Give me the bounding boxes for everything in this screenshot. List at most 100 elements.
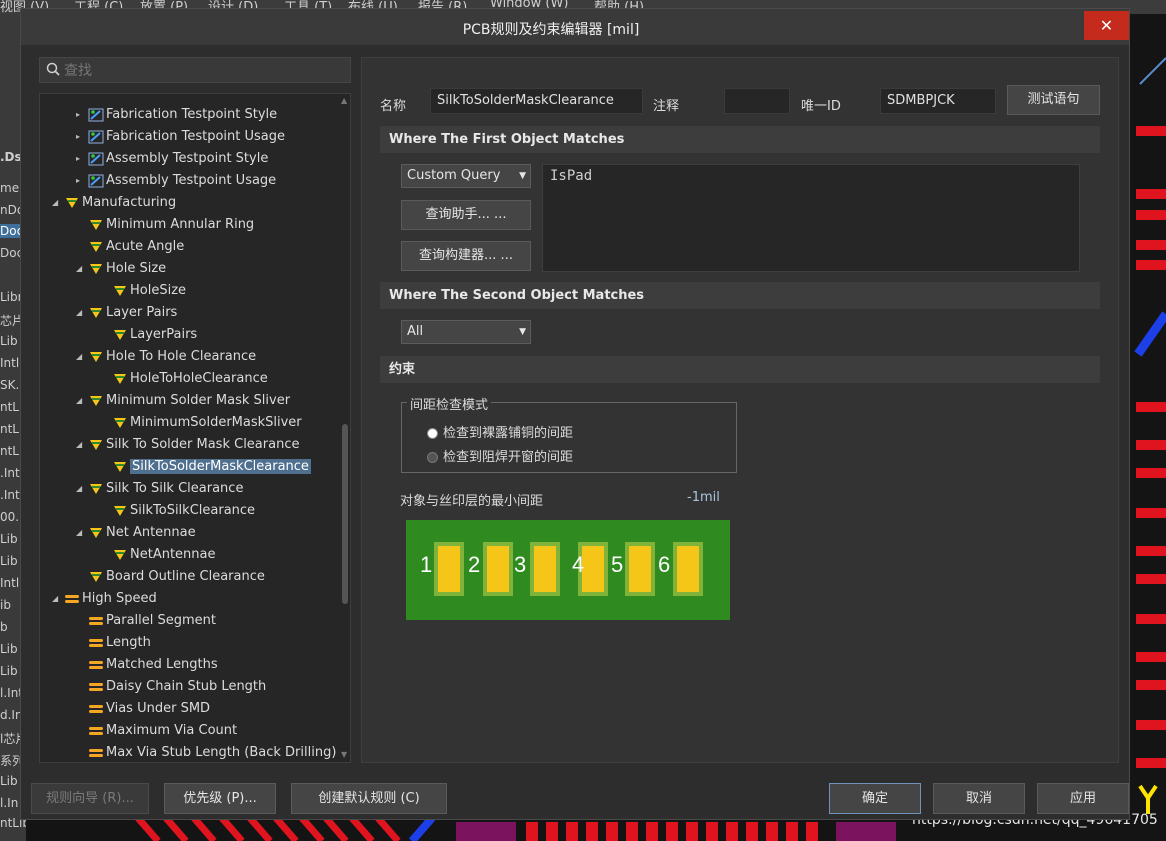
tree-item[interactable]: ◢ Layer Pairs [76,302,177,324]
rule-comment-field[interactable] [724,88,790,114]
rule-icon [112,328,128,342]
collapse-arrow-icon[interactable]: ◢ [76,390,88,412]
tree-item[interactable]: ◢ Manufacturing [52,192,176,214]
query-text-editor[interactable]: IsPad [542,164,1080,272]
expand-arrow-icon[interactable]: ▸ [76,104,88,126]
name-label: 名称 [380,99,407,114]
rule-icon [112,416,128,430]
priority-button[interactable]: 优先级 (P)... [164,783,276,814]
testpoint-icon [88,152,104,166]
tree-item[interactable]: Acute Angle [76,236,184,258]
tree-item[interactable]: Minimum Annular Ring [76,214,254,236]
expand-arrow-icon[interactable]: ▸ [76,148,88,170]
rule-icon [88,262,104,276]
second-object-type-select[interactable]: All ▼ [401,320,531,344]
radio-checked-icon [428,429,437,438]
tree-item[interactable]: Vias Under SMD [76,698,210,720]
tree-item[interactable]: ◢ Minimum Solder Mask Sliver [76,390,290,412]
tree-item-label: SilkToSolderMaskClearance [130,459,311,474]
collapse-arrow-icon[interactable]: ◢ [76,346,88,368]
expand-arrow-icon[interactable]: ▸ [76,126,88,148]
query-builder-button[interactable]: 查询构建器... ... [401,241,531,271]
collapse-arrow-icon[interactable]: ◢ [52,588,64,610]
rule-icon [112,548,128,562]
tree-item[interactable]: Maximum Via Count [76,720,237,742]
tree-item[interactable]: Matched Lengths [76,654,218,676]
background-file-item: ib [0,598,11,612]
tree-item[interactable]: ▸ Assembly Testpoint Usage [76,170,276,192]
tree-item-selected[interactable]: SilkToSolderMaskClearance [100,456,311,478]
tree-item[interactable]: Daisy Chain Stub Length [76,676,266,698]
collapse-arrow-icon[interactable]: ◢ [76,302,88,324]
search-input[interactable] [62,60,346,82]
tree-item-label: Parallel Segment [106,613,216,628]
expand-arrow-icon[interactable]: ▸ [76,170,88,192]
tree-item[interactable]: ◢ Silk To Silk Clearance [76,478,243,500]
tree-item-label: Fabrication Testpoint Style [106,107,278,122]
tree-item-label: Layer Pairs [106,305,178,320]
rule-wizard-button[interactable]: 规则向导 (R)... [31,783,149,814]
rule-icon [112,460,128,474]
tree-item[interactable]: Max Via Stub Length (Back Drilling) [76,742,337,762]
rule-name-field[interactable]: SilkToSolderMaskClearance [430,88,643,114]
tree-item-label: Vias Under SMD [106,701,211,716]
min-clearance-value[interactable]: -1mil [687,490,720,505]
tree-scrollbar[interactable]: ▲ ▼ [340,94,350,762]
tree-item[interactable]: ▸ Fabrication Testpoint Style [76,104,277,126]
tree-item[interactable]: ◢ Net Antennae [76,522,196,544]
tree-item[interactable]: ◢ Silk To Solder Mask Clearance [76,434,299,456]
scrollbar-thumb[interactable] [342,424,348,604]
background-file-item: ntL [0,400,19,414]
tree-item-label: Manufacturing [82,195,177,210]
radio-exposed-copper[interactable]: 检查到裸露铺铜的间距 [428,422,573,441]
search-box[interactable] [39,57,351,83]
unique-id-field[interactable]: SDMBPJCK [880,88,996,114]
tree-item-label: SilkToSilkClearance [130,503,256,518]
tree-item[interactable]: HoleSize [100,280,186,302]
pcb-board-graphic [406,520,730,620]
tree-item[interactable]: SilkToSilkClearance [100,500,255,522]
tree-item[interactable]: NetAntennae [100,544,216,566]
scroll-down-icon[interactable]: ▼ [341,750,347,759]
highspeed-icon [88,636,104,650]
test-query-button[interactable]: 测试语句 [1007,85,1100,115]
collapse-arrow-icon[interactable]: ◢ [76,522,88,544]
tree-item[interactable]: LayerPairs [100,324,197,346]
tree-item-label: Max Via Stub Length (Back Drilling) [106,745,337,760]
collapse-arrow-icon[interactable]: ◢ [76,478,88,500]
radio-solder-mask-opening[interactable]: 检查到阻焊开窗的间距 [428,446,573,465]
collapse-arrow-icon[interactable]: ◢ [76,434,88,456]
highspeed-icon [64,592,80,606]
clearance-mode-label: 间距检查模式 [407,394,492,413]
create-default-rules-button[interactable]: 创建默认规则 (C) [291,783,447,814]
tree-item[interactable]: Length [76,632,151,654]
close-button[interactable]: ✕ [1084,11,1129,40]
tree-item[interactable]: ◢ Hole Size [76,258,166,280]
tree-item-label: LayerPairs [130,327,198,342]
tree-item-label: Matched Lengths [106,657,218,672]
tree-item[interactable]: Board Outline Clearance [76,566,265,588]
rule-icon [88,570,104,584]
tree-item[interactable]: ▸ Assembly Testpoint Style [76,148,268,170]
rule-icon [88,482,104,496]
tree-item[interactable]: HoleToHoleClearance [100,368,268,390]
apply-button[interactable]: 应用 [1037,783,1129,814]
pad-number: 4 [572,552,585,577]
radio-solder-mask-opening-label: 检查到阻焊开窗的间距 [443,450,574,465]
tree-item[interactable]: MinimumSolderMaskSliver [100,412,302,434]
tree-item[interactable]: Parallel Segment [76,610,216,632]
tree-item-label: Silk To Silk Clearance [106,481,244,496]
dialog-titlebar[interactable]: PCB规则及约束编辑器 [mil] ✕ [21,9,1129,45]
tree-item[interactable]: ▸ Fabrication Testpoint Usage [76,126,285,148]
unique-id-label: 唯一ID [801,99,841,114]
ok-button[interactable]: 确定 [829,783,921,814]
scroll-up-icon[interactable]: ▲ [341,96,347,105]
cancel-button[interactable]: 取消 [933,783,1025,814]
collapse-arrow-icon[interactable]: ◢ [76,258,88,280]
first-object-type-select[interactable]: Custom Query ▼ [401,164,531,188]
tree-item[interactable]: ◢ High Speed [52,588,157,610]
tree-item[interactable]: ◢ Hole To Hole Clearance [76,346,256,368]
query-helper-button[interactable]: 查询助手... ... [401,200,531,230]
tree-item-label: Length [106,635,151,650]
collapse-arrow-icon[interactable]: ◢ [52,192,64,214]
